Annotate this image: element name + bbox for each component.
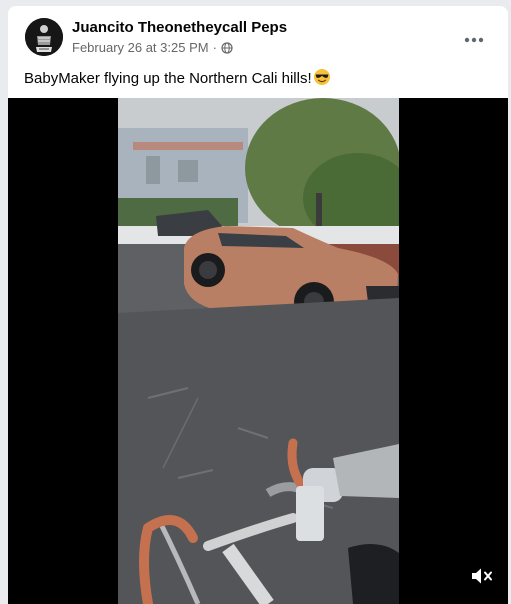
video-frame-image — [118, 98, 399, 604]
mute-button[interactable] — [466, 562, 498, 590]
feed-post: Juancito Theonetheycall Peps February 26… — [8, 6, 508, 604]
post-timestamp[interactable]: February 26 at 3:25 PM — [72, 40, 209, 55]
author-name[interactable]: Juancito Theonetheycall Peps — [72, 19, 287, 36]
avatar-image — [25, 18, 63, 56]
smiling-face-with-sunglasses-emoji — [313, 69, 330, 85]
meta-separator: · — [212, 40, 217, 55]
more-horizontal-icon — [464, 37, 484, 43]
caption-text: BabyMaker flying up the Northern Cali hi… — [24, 70, 312, 87]
author-avatar[interactable] — [25, 18, 63, 56]
post-meta: February 26 at 3:25 PM · — [72, 40, 233, 55]
more-options-button[interactable] — [456, 22, 492, 58]
post-header: Juancito Theonetheycall Peps February 26… — [8, 6, 508, 66]
globe-icon[interactable] — [221, 41, 233, 54]
video-player[interactable] — [8, 98, 508, 604]
video-frame — [118, 98, 399, 604]
volume-muted-icon — [472, 568, 492, 584]
post-caption: BabyMaker flying up the Northern Cali hi… — [24, 68, 331, 87]
